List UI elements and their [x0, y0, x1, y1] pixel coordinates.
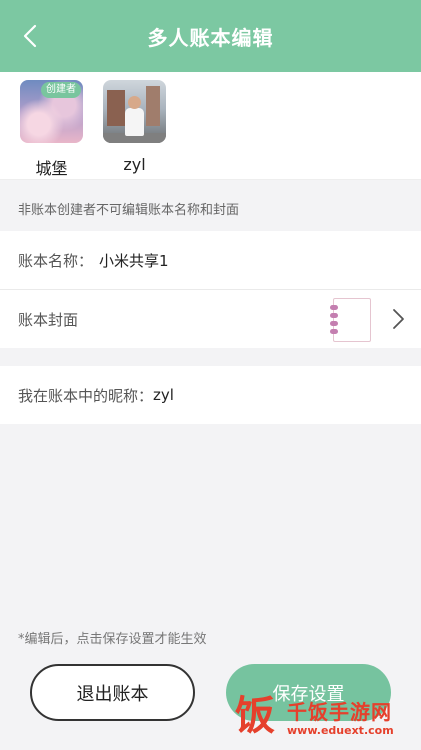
member-item[interactable]: 创建者 城堡	[20, 80, 83, 179]
book-name-value: 小米共享1	[99, 251, 169, 270]
binder-ring	[330, 321, 338, 326]
binder-ring	[330, 329, 338, 334]
back-button[interactable]	[18, 22, 42, 50]
chevron-right-icon	[393, 309, 404, 329]
book-cover-row[interactable]: 账本封面	[0, 290, 421, 348]
nickname-row[interactable]: 我在账本中的昵称： zyl	[0, 366, 421, 424]
member-name: 城堡	[35, 159, 68, 178]
header-bar: 多人账本编辑	[0, 0, 421, 72]
member-name: zyl	[123, 155, 146, 174]
creator-badge: 创建者	[41, 82, 81, 98]
watermark-url: www.eduext.com	[287, 724, 394, 737]
book-name-label: 账本名称：	[18, 251, 94, 270]
binder-ring	[330, 313, 338, 318]
photo-person	[125, 108, 144, 136]
nickname-value: zyl	[153, 386, 174, 404]
chevron-left-icon	[23, 24, 37, 48]
binder-ring	[330, 305, 338, 310]
photo-building	[146, 86, 160, 126]
book-cover-label: 账本封面	[18, 310, 79, 329]
photo-person-head	[128, 96, 141, 109]
member-item[interactable]: zyl	[103, 80, 166, 179]
permission-note: 非账本创建者不可编辑账本名称和封面	[0, 179, 421, 231]
member-list: 创建者 城堡 zyl	[0, 72, 421, 179]
save-settings-button[interactable]: 保存设置	[226, 664, 391, 721]
photo-building	[107, 90, 125, 126]
footer-note: *编辑后，点击保存设置才能生效	[18, 632, 207, 647]
avatar	[103, 80, 166, 143]
avatar: 创建者	[20, 80, 83, 143]
page-title: 多人账本编辑	[147, 25, 274, 50]
book-name-row: 账本名称： 小米共享1	[0, 231, 421, 289]
nickname-label: 我在账本中的昵称：	[18, 386, 154, 405]
cover-thumbnail	[330, 298, 371, 342]
exit-book-button[interactable]: 退出账本	[30, 664, 195, 721]
